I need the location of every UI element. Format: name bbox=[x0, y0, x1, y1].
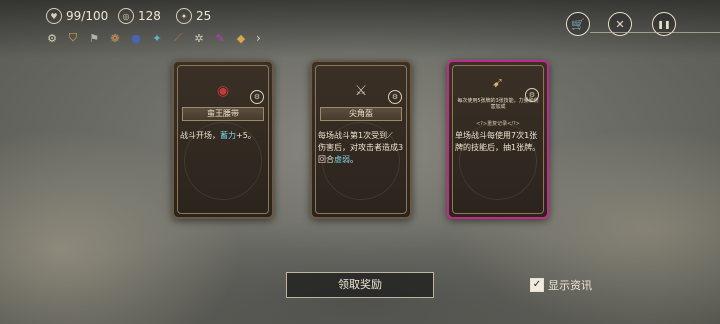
keyword: 虚弱 bbox=[334, 155, 350, 164]
flag-relic-icon[interactable]: ⚑ bbox=[86, 30, 102, 46]
sword-icon: ⟋ bbox=[387, 131, 393, 140]
ember-stat: ✦ 25 bbox=[176, 8, 211, 24]
relic-bar: ⚙ ⛉ ⚑ ❁ ● ✦ ⟋ ✲ ✎ ◆ › bbox=[44, 30, 261, 46]
orb-relic-icon[interactable]: ● bbox=[128, 30, 144, 46]
gold-stat: ◎ 128 bbox=[118, 8, 161, 24]
map-icon: ✕ bbox=[615, 17, 625, 31]
bag-relic-icon[interactable]: ◆ bbox=[233, 30, 249, 46]
claim-reward-button[interactable]: 领取奖励 bbox=[286, 272, 434, 298]
top-hud: ♥ 99/100 ◎ 128 ✦ 25 ⚙ ⛉ ⚑ ❁ ● ✦ ⟋ ✲ ✎ ◆ › 🛒 ✕ ❚❚ bbox=[0, 0, 720, 58]
show-info-checkbox[interactable]: ✓ bbox=[530, 278, 544, 292]
cog-relic-icon[interactable]: ✲ bbox=[191, 30, 207, 46]
shield-relic-icon[interactable]: ⛉ bbox=[65, 30, 81, 46]
helmet-icon: ⚔ bbox=[354, 83, 368, 99]
chevron-right-icon[interactable]: › bbox=[256, 31, 261, 45]
pause-icon: ❚❚ bbox=[657, 19, 671, 29]
gold-value: 128 bbox=[138, 9, 161, 23]
info-gear-icon[interactable]: ⚙ bbox=[388, 90, 402, 104]
card-name-small: 每次使用5张牌的3张技能，力量和伤害加成 bbox=[457, 98, 539, 110]
gear-relic-icon[interactable]: ⚙ bbox=[44, 30, 60, 46]
reward-card-3[interactable]: ➹ ⚙ 每次使用5张牌的3张技能，力量和伤害加成 <?>重复记录</?> 单场战… bbox=[447, 60, 549, 219]
card-name: 尖角盔 bbox=[320, 107, 402, 121]
coin-icon: ◎ bbox=[118, 8, 134, 24]
reward-card-1[interactable]: ◉ ⚙ 蛮王腰带 战斗开场，蓄力+5。 bbox=[172, 60, 274, 219]
heart-icon: ♥ bbox=[46, 8, 62, 24]
top-divider bbox=[590, 32, 720, 33]
show-info-label: 显示资讯 bbox=[548, 279, 592, 292]
hp-value: 99/100 bbox=[66, 9, 109, 23]
horn-icon: ➹ bbox=[492, 75, 504, 91]
hp-stat: ♥ 99/100 bbox=[46, 8, 108, 24]
shop-button[interactable]: 🛒 bbox=[566, 12, 590, 36]
cart-icon: 🛒 bbox=[571, 17, 585, 31]
card-subtitle: <?>重复记录</?> bbox=[476, 121, 520, 127]
card-name: 蛮王腰带 bbox=[182, 107, 264, 121]
keyword: 蓄力 bbox=[220, 131, 236, 140]
bird-relic-icon[interactable]: ✦ bbox=[149, 30, 165, 46]
belt-icon: ◉ bbox=[216, 83, 230, 99]
reward-card-2[interactable]: ⚔ ⚙ 尖角盔 每场战斗第1次受到⟋ 伤害后，对攻击者造成3回合虚弱。 bbox=[310, 60, 412, 219]
info-gear-icon[interactable]: ⚙ bbox=[250, 90, 264, 104]
blade-relic-icon[interactable]: ⟋ bbox=[170, 30, 186, 46]
card-description: 战斗开场，蓄力+5。 bbox=[180, 131, 256, 140]
scroll-relic-icon[interactable]: ❁ bbox=[107, 30, 123, 46]
card-description: 单场战斗每使用7次1张牌的技能后，抽1张牌。 bbox=[455, 131, 541, 152]
ember-value: 25 bbox=[196, 9, 212, 23]
wand-relic-icon[interactable]: ✎ bbox=[212, 30, 228, 46]
card-description: 每场战斗第1次受到⟋ 伤害后，对攻击者造成3回合虚弱。 bbox=[318, 131, 404, 164]
ember-icon: ✦ bbox=[176, 8, 192, 24]
